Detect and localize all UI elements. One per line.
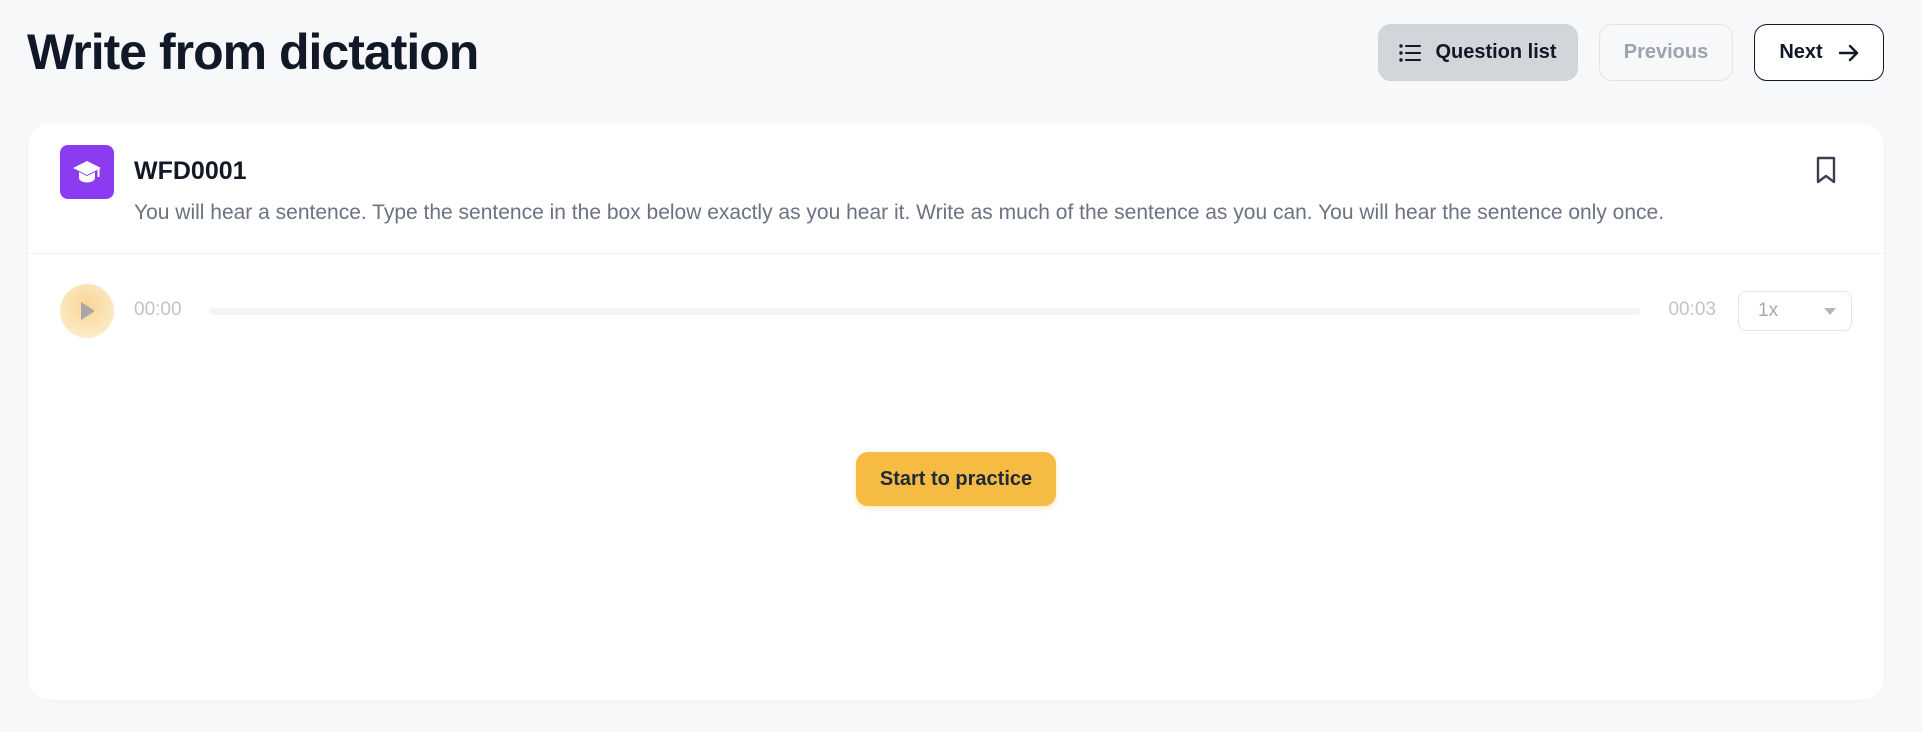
page-title: Write from dictation [27, 24, 479, 80]
graduation-cap-icon [73, 161, 101, 183]
audio-progress-track[interactable] [209, 308, 1640, 315]
bookmark-icon[interactable] [1812, 155, 1840, 185]
question-list-label: Question list [1435, 41, 1557, 63]
question-id: WFD0001 [134, 157, 247, 185]
play-icon [81, 302, 95, 320]
question-card: WFD0001 You will hear a sentence. Type t… [28, 123, 1884, 700]
previous-button[interactable]: Previous [1599, 24, 1733, 81]
list-icon [1399, 43, 1422, 62]
chevron-down-icon [1824, 308, 1836, 315]
next-label: Next [1779, 41, 1823, 63]
playback-speed-value: 1x [1758, 300, 1779, 321]
question-header: WFD0001 You will hear a sentence. Type t… [28, 123, 1884, 254]
top-actions: Question list Previous Next [1378, 24, 1884, 81]
current-time: 00:00 [134, 299, 182, 320]
start-practice-button[interactable]: Start to practice [856, 452, 1056, 506]
duration-time: 00:03 [1668, 299, 1716, 320]
previous-label: Previous [1623, 41, 1709, 63]
arrow-right-icon [1838, 44, 1858, 61]
play-button[interactable] [60, 284, 114, 338]
next-button[interactable]: Next [1754, 24, 1884, 81]
question-type-badge [60, 145, 114, 199]
question-list-button[interactable]: Question list [1378, 24, 1578, 81]
playback-speed-select[interactable]: 1x [1738, 291, 1852, 331]
audio-player: 00:00 00:03 1x [28, 284, 1884, 340]
question-instructions: You will hear a sentence. Type the sente… [134, 201, 1665, 224]
